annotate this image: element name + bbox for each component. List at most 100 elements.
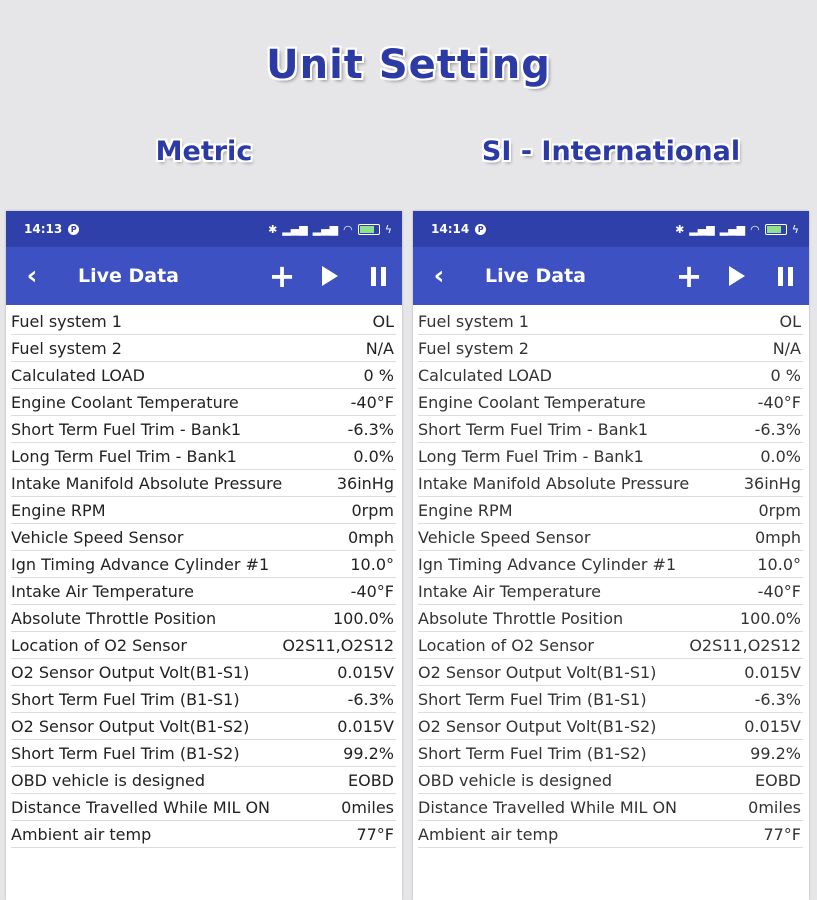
list-item[interactable]: Intake Air Temperature -40°F — [418, 578, 803, 605]
play-icon — [322, 266, 338, 286]
list-item[interactable]: Engine RPM 0rpm — [11, 497, 396, 524]
list-item[interactable]: Vehicle Speed Sensor 0mph — [11, 524, 396, 551]
item-label: Fuel system 2 — [11, 338, 122, 358]
item-value: EOBD — [755, 770, 801, 790]
item-value: -6.3% — [754, 689, 801, 709]
list-item[interactable]: Long Term Fuel Trim - Bank1 0.0% — [418, 443, 803, 470]
list-item[interactable]: Engine Coolant Temperature -40°F — [11, 389, 396, 416]
item-label: Intake Manifold Absolute Pressure — [11, 473, 283, 493]
item-value: 0.015V — [744, 716, 801, 736]
item-label: Short Term Fuel Trim - Bank1 — [11, 419, 242, 439]
list-item[interactable]: O2 Sensor Output Volt(B1-S2) 0.015V — [418, 713, 803, 740]
metric-phone-screen: 14:13 P ✱ ▂▄▆ ▂▄▆ ◠ ϟ ‹ Live Data + Fuel… — [6, 211, 402, 900]
pause-icon — [777, 266, 793, 286]
chevron-left-icon[interactable]: ‹ — [6, 261, 58, 291]
live-data-list: Fuel system 1 OL Fuel system 2 N/A Calcula… — [6, 308, 402, 848]
notification-p-icon: P — [68, 223, 80, 235]
list-item[interactable]: Engine RPM 0rpm — [418, 497, 803, 524]
item-value: 77°F — [763, 824, 801, 844]
list-item[interactable]: Fuel system 2 N/A — [11, 335, 396, 362]
list-item[interactable]: Fuel system 2 N/A — [418, 335, 803, 362]
play-button[interactable] — [306, 247, 354, 305]
status-icons: ✱ ▂▄▆ ▂▄▆ ◠ ϟ — [675, 223, 799, 236]
item-label: O2 Sensor Output Volt(B1-S2) — [11, 716, 250, 736]
item-label: Location of O2 Sensor — [418, 635, 594, 655]
item-label: Ambient air temp — [418, 824, 559, 844]
item-value: 100.0% — [739, 608, 801, 628]
metric-subtitle: Metric — [155, 136, 253, 167]
item-value: 0 % — [770, 365, 801, 385]
list-item[interactable]: Ign Timing Advance Cylinder #1 10.0° — [418, 551, 803, 578]
item-value: 36inHg — [336, 473, 394, 493]
add-button[interactable]: + — [258, 247, 306, 305]
item-value: 99.2% — [750, 743, 801, 763]
status-icons: ✱ ▂▄▆ ▂▄▆ ◠ ϟ — [268, 223, 392, 236]
item-label: Fuel system 2 — [418, 338, 529, 358]
item-label: Vehicle Speed Sensor — [11, 527, 184, 547]
list-item[interactable]: Short Term Fuel Trim (B1-S1) -6.3% — [11, 686, 396, 713]
list-item[interactable]: Short Term Fuel Trim (B1-S2) 99.2% — [418, 740, 803, 767]
add-button[interactable]: + — [665, 247, 713, 305]
item-value: OL — [779, 311, 801, 331]
list-item[interactable]: Absolute Throttle Position 100.0% — [418, 605, 803, 632]
list-item[interactable]: Ign Timing Advance Cylinder #1 10.0° — [11, 551, 396, 578]
list-item[interactable]: Intake Manifold Absolute Pressure 36inHg — [11, 470, 396, 497]
list-item[interactable]: Ambient air temp 77°F — [11, 821, 396, 848]
list-item[interactable]: O2 Sensor Output Volt(B1-S1) 0.015V — [11, 659, 396, 686]
item-value: 0rpm — [758, 500, 802, 520]
list-item[interactable]: Engine Coolant Temperature -40°F — [418, 389, 803, 416]
notification-p-icon: P — [475, 223, 487, 235]
item-label: Location of O2 Sensor — [11, 635, 187, 655]
item-label: Ign Timing Advance Cylinder #1 — [11, 554, 270, 574]
list-item[interactable]: Vehicle Speed Sensor 0mph — [418, 524, 803, 551]
plus-icon: + — [675, 257, 703, 295]
item-label: Intake Air Temperature — [11, 581, 194, 601]
list-item[interactable]: OBD vehicle is designed EOBD — [11, 767, 396, 794]
charging-icon: ϟ — [384, 222, 392, 236]
item-value: -6.3% — [347, 689, 394, 709]
item-value: 0 % — [363, 365, 394, 385]
list-item[interactable]: Location of O2 Sensor O2S11,O2S12 — [418, 632, 803, 659]
wifi-icon: ◠ — [750, 222, 760, 236]
item-value: 0mph — [754, 527, 801, 547]
item-label: Engine RPM — [11, 500, 106, 520]
list-item[interactable]: Intake Manifold Absolute Pressure 36inHg — [418, 470, 803, 497]
app-bar-title: Live Data — [78, 265, 180, 287]
chevron-left-icon[interactable]: ‹ — [413, 261, 465, 291]
item-label: Engine RPM — [418, 500, 513, 520]
play-button[interactable] — [713, 247, 761, 305]
list-item[interactable]: Distance Travelled While MIL ON 0miles — [11, 794, 396, 821]
list-item[interactable]: Fuel system 1 OL — [11, 308, 396, 335]
list-item[interactable]: Short Term Fuel Trim (B1-S2) 99.2% — [11, 740, 396, 767]
list-item[interactable]: OBD vehicle is designed EOBD — [418, 767, 803, 794]
list-item[interactable]: O2 Sensor Output Volt(B1-S2) 0.015V — [11, 713, 396, 740]
item-value: OL — [372, 311, 394, 331]
plus-icon: + — [268, 257, 296, 295]
item-label: Ambient air temp — [11, 824, 152, 844]
item-value: 77°F — [356, 824, 394, 844]
list-item[interactable]: Fuel system 1 OL — [418, 308, 803, 335]
list-item[interactable]: O2 Sensor Output Volt(B1-S1) 0.015V — [418, 659, 803, 686]
item-label: O2 Sensor Output Volt(B1-S1) — [418, 662, 657, 682]
item-label: Long Term Fuel Trim - Bank1 — [418, 446, 644, 466]
item-value: 0.0% — [760, 446, 801, 466]
pause-button[interactable] — [354, 247, 402, 305]
list-item[interactable]: Short Term Fuel Trim - Bank1 -6.3% — [418, 416, 803, 443]
list-item[interactable]: Calculated LOAD 0 % — [418, 362, 803, 389]
item-label: OBD vehicle is designed — [11, 770, 205, 790]
item-label: Engine Coolant Temperature — [418, 392, 646, 412]
list-item[interactable]: Calculated LOAD 0 % — [11, 362, 396, 389]
item-value: 0.015V — [337, 662, 394, 682]
battery-icon — [357, 223, 380, 235]
list-item[interactable]: Location of O2 Sensor O2S11,O2S12 — [11, 632, 396, 659]
list-item[interactable]: Absolute Throttle Position 100.0% — [11, 605, 396, 632]
pause-button[interactable] — [761, 247, 809, 305]
list-item[interactable]: Intake Air Temperature -40°F — [11, 578, 396, 605]
list-item[interactable]: Distance Travelled While MIL ON 0miles — [418, 794, 803, 821]
list-item[interactable]: Long Term Fuel Trim - Bank1 0.0% — [11, 443, 396, 470]
item-value: -40°F — [757, 581, 801, 601]
list-item[interactable]: Short Term Fuel Trim (B1-S1) -6.3% — [418, 686, 803, 713]
list-item[interactable]: Ambient air temp 77°F — [418, 821, 803, 848]
list-item[interactable]: Short Term Fuel Trim - Bank1 -6.3% — [11, 416, 396, 443]
item-label: O2 Sensor Output Volt(B1-S2) — [418, 716, 657, 736]
